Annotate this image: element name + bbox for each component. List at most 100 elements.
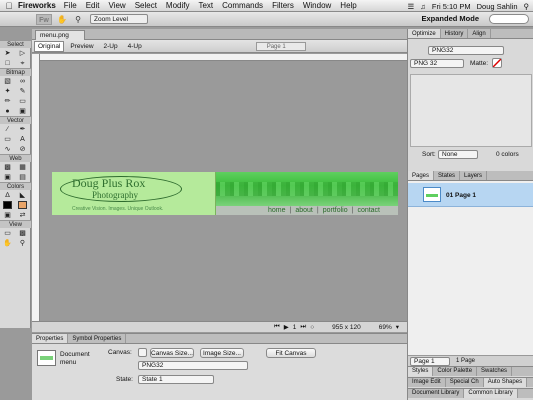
- crop-icon[interactable]: ⌖: [17, 59, 28, 68]
- tab-special-characters[interactable]: Special Ch: [446, 378, 484, 387]
- nav-about[interactable]: about: [295, 207, 313, 214]
- subselect-icon[interactable]: ▷: [17, 49, 28, 58]
- blur-icon[interactable]: ●: [2, 107, 13, 116]
- tab-layers[interactable]: Layers: [460, 171, 488, 180]
- marquee-icon[interactable]: ▧: [2, 77, 13, 86]
- tab-align[interactable]: Align: [468, 29, 491, 38]
- magic-wand-icon[interactable]: ✦: [2, 87, 13, 96]
- full-screen-icon[interactable]: ▩: [17, 229, 28, 238]
- document-tab[interactable]: menu.png: [35, 30, 85, 40]
- menu-window[interactable]: Window: [303, 1, 331, 10]
- line-icon[interactable]: ∕: [2, 125, 13, 134]
- tab-original[interactable]: Original: [34, 40, 65, 52]
- footer-page-select[interactable]: Page 1: [410, 356, 450, 366]
- menu-app-name[interactable]: Fireworks: [18, 1, 56, 10]
- menu-edit[interactable]: Edit: [86, 1, 100, 10]
- pencil-icon[interactable]: ✏: [2, 97, 13, 106]
- scale-icon[interactable]: □: [2, 59, 13, 68]
- menu-view[interactable]: View: [108, 1, 125, 10]
- canvas-image[interactable]: Doug Plus Rox Photography Creative Visio…: [52, 172, 398, 215]
- tab-history[interactable]: History: [441, 29, 469, 38]
- fill-color-swatch[interactable]: [18, 201, 27, 209]
- tab-color-palette[interactable]: Color Palette: [433, 367, 478, 376]
- nav-contact[interactable]: contact: [357, 207, 380, 214]
- hotspot-icon[interactable]: ▩: [2, 163, 13, 172]
- tab-auto-shapes[interactable]: Auto Shapes: [483, 378, 528, 387]
- menu-text[interactable]: Text: [198, 1, 213, 10]
- hide-slices-icon[interactable]: ▣: [2, 173, 13, 182]
- eyedropper-icon[interactable]: ∆: [2, 191, 13, 200]
- canvas-color-box[interactable]: [138, 348, 147, 357]
- wifi-icon[interactable]: ☰: [408, 2, 415, 11]
- nav-home[interactable]: home: [268, 207, 286, 214]
- stop-icon[interactable]: ○: [310, 324, 314, 331]
- hand-tool-icon[interactable]: ✋: [2, 239, 13, 248]
- swap-colors-icon[interactable]: ⇄: [17, 211, 28, 220]
- tab-image-edit[interactable]: Image Edit: [408, 378, 446, 387]
- rectangle-icon[interactable]: ▭: [2, 135, 13, 144]
- pointer-icon[interactable]: ➤: [2, 49, 13, 58]
- menu-file[interactable]: File: [64, 1, 77, 10]
- default-colors-icon[interactable]: ▣: [2, 211, 13, 220]
- zoom-icon[interactable]: ⚲: [72, 14, 84, 25]
- knife-icon[interactable]: ⊘: [17, 145, 28, 154]
- menu-commands[interactable]: Commands: [222, 1, 263, 10]
- tab-4-up[interactable]: 4-Up: [124, 41, 146, 52]
- optimize-preset-select[interactable]: PNG32: [428, 46, 504, 55]
- standard-screen-icon[interactable]: ▭: [2, 229, 13, 238]
- paint-bucket-icon[interactable]: ◣: [17, 191, 28, 200]
- export-format-select[interactable]: PNG32: [138, 361, 248, 370]
- tab-2-up[interactable]: 2-Up: [100, 41, 122, 52]
- search-input[interactable]: [489, 14, 529, 24]
- nav-portfolio[interactable]: portfolio: [323, 207, 348, 214]
- zoom-dropdown-icon[interactable]: ▾: [396, 323, 399, 331]
- tab-optimize[interactable]: Optimize: [408, 29, 441, 38]
- page-row[interactable]: 01 Page 1: [408, 183, 533, 207]
- canvas-size-button[interactable]: Canvas Size...: [150, 348, 194, 358]
- page-select[interactable]: Page 1: [255, 41, 306, 51]
- play-icon[interactable]: ▶: [284, 323, 289, 331]
- show-slices-icon[interactable]: ▤: [17, 173, 28, 182]
- tab-preview[interactable]: Preview: [66, 41, 97, 52]
- tab-styles[interactable]: Styles: [408, 367, 434, 376]
- optimize-format-select[interactable]: PNG 32: [410, 59, 464, 68]
- menu-modify[interactable]: Modify: [166, 1, 190, 10]
- sort-select[interactable]: None: [438, 150, 478, 159]
- menubar-clock[interactable]: Fri 5:10 PM: [432, 2, 471, 11]
- menu-select[interactable]: Select: [135, 1, 157, 10]
- tab-swatches[interactable]: Swatches: [477, 367, 513, 376]
- eraser-icon[interactable]: ▭: [17, 97, 28, 106]
- tab-document-library[interactable]: Document Library: [408, 389, 465, 398]
- zoom-tool-icon[interactable]: ⚲: [17, 239, 28, 248]
- volume-icon[interactable]: ♫: [420, 2, 426, 11]
- spotlight-icon[interactable]: ⚲: [524, 2, 530, 11]
- brush-icon[interactable]: ✎: [17, 87, 28, 96]
- zoom-level-select[interactable]: Zoom Level: [90, 14, 148, 24]
- first-frame-icon[interactable]: ⏮: [274, 323, 280, 331]
- next-frame-icon[interactable]: ⏭: [300, 323, 306, 331]
- matte-color-swatch[interactable]: [492, 58, 502, 68]
- tab-properties[interactable]: Properties: [32, 334, 69, 343]
- lasso-icon[interactable]: ∞: [17, 77, 28, 86]
- canvas-workarea[interactable]: Doug Plus Rox Photography Creative Visio…: [40, 62, 407, 321]
- rubber-stamp-icon[interactable]: ▣: [17, 107, 28, 116]
- state-select[interactable]: State 1: [138, 375, 214, 384]
- text-tool-icon[interactable]: A: [17, 135, 28, 144]
- image-size-button[interactable]: Image Size...: [200, 348, 244, 358]
- freeform-icon[interactable]: ∿: [2, 145, 13, 154]
- menu-help[interactable]: Help: [340, 1, 356, 10]
- tab-common-library[interactable]: Common Library: [464, 389, 518, 398]
- fit-canvas-button[interactable]: Fit Canvas: [266, 348, 316, 358]
- zoom-readout[interactable]: 69%: [379, 324, 392, 331]
- pen-icon[interactable]: ✒: [17, 125, 28, 134]
- menu-filters[interactable]: Filters: [272, 1, 294, 10]
- slice-icon[interactable]: ▦: [17, 163, 28, 172]
- workspace-mode-select[interactable]: Expanded Mode: [421, 14, 479, 23]
- stroke-color-swatch[interactable]: [3, 201, 12, 209]
- tab-states[interactable]: States: [434, 171, 461, 180]
- menubar-user[interactable]: Doug Sahlin: [477, 2, 518, 11]
- apple-menu-icon[interactable]: : [0, 1, 18, 11]
- tab-pages[interactable]: Pages: [408, 171, 435, 180]
- hand-icon[interactable]: ✋: [56, 14, 68, 25]
- tab-symbol-properties[interactable]: Symbol Properties: [68, 334, 127, 343]
